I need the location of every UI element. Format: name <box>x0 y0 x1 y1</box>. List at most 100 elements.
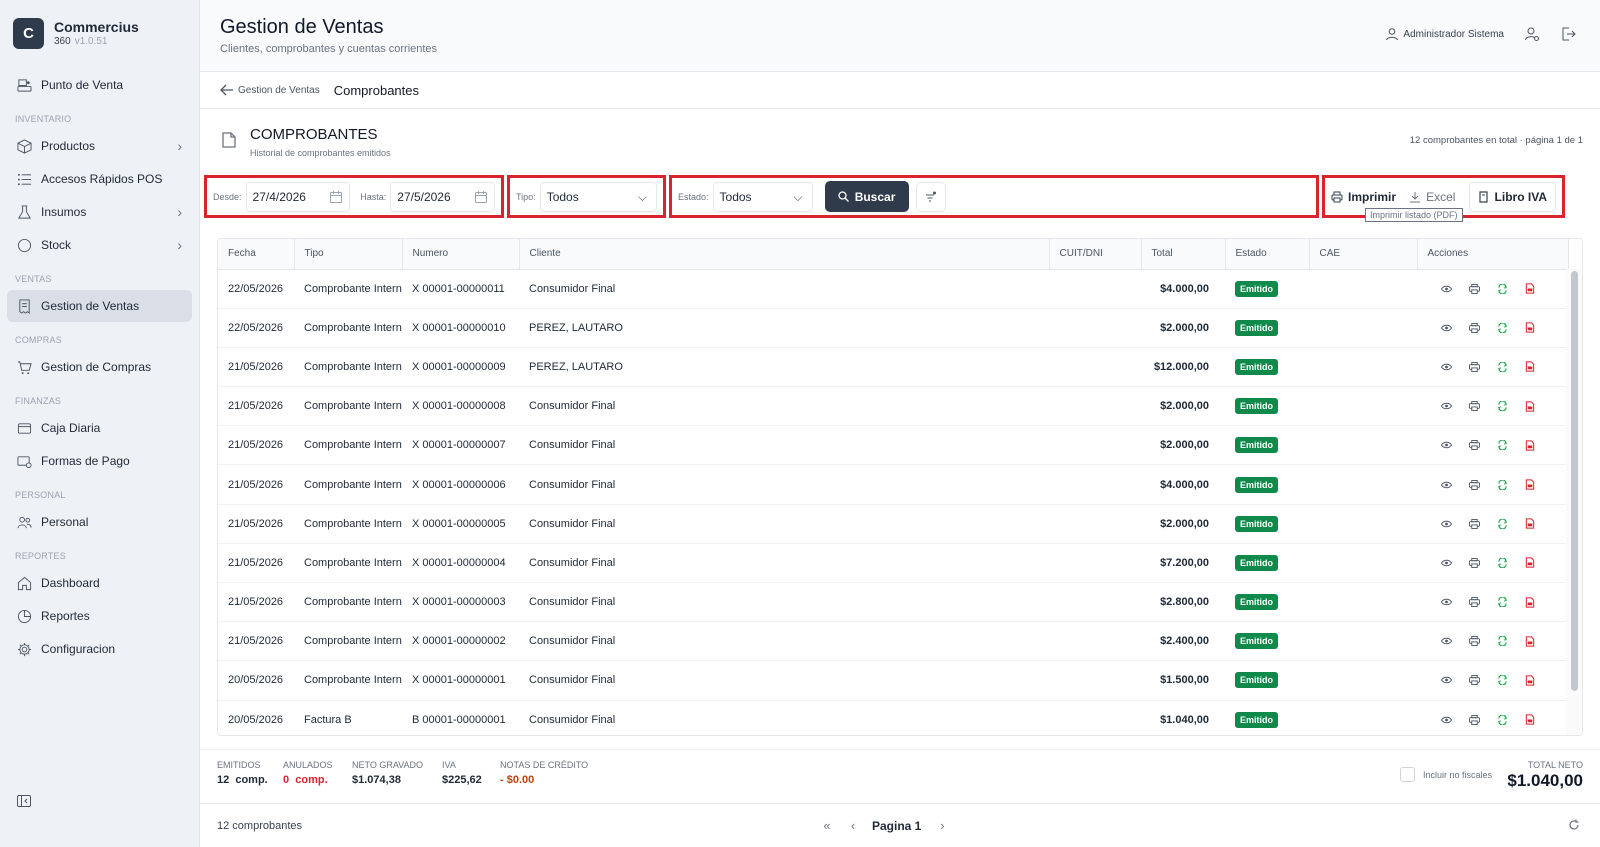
column-header[interactable]: Cliente <box>519 239 1050 270</box>
pdf-icon[interactable] <box>1523 518 1537 530</box>
table-row[interactable]: 21/05/2026 Comprobante Interno X 00001-000… <box>218 464 1568 505</box>
print-icon[interactable] <box>1467 479 1481 491</box>
column-header[interactable]: CAE <box>1309 239 1418 270</box>
sidebar-item-configuracion[interactable]: Configuracion <box>7 633 192 665</box>
desde-input[interactable]: 27/4/2026 <box>245 181 351 212</box>
pdf-icon[interactable] <box>1523 479 1537 491</box>
pdf-icon[interactable] <box>1523 596 1537 608</box>
print-icon[interactable] <box>1467 674 1481 686</box>
sidebar-item-accesos-rapidos[interactable]: Accesos Rápidos POS <box>7 163 192 195</box>
sidebar-item-personal[interactable]: Personal <box>7 506 192 538</box>
table-row[interactable]: 21/05/2026 Comprobante Interno X 00001-000… <box>218 504 1568 544</box>
pdf-icon[interactable] <box>1523 674 1537 686</box>
share-icon[interactable] <box>1495 714 1509 726</box>
sidebar-item-gestion-compras[interactable]: Gestion de Compras <box>7 351 192 383</box>
tipo-select[interactable]: Todos ⌵ <box>539 181 657 212</box>
print-icon[interactable] <box>1467 714 1481 726</box>
share-icon[interactable] <box>1495 557 1509 569</box>
sidebar-item-dashboard[interactable]: Dashboard <box>7 567 192 599</box>
sidebar-item-gestion-ventas[interactable]: Gestion de Ventas <box>7 290 192 322</box>
table-row[interactable]: 21/05/2026 Comprobante Interno X 00001-000… <box>218 386 1568 427</box>
prev-page-icon[interactable]: ‹ <box>846 818 860 833</box>
sidebar-item-formas-pago[interactable]: Formas de Pago <box>7 445 192 477</box>
user-settings-icon[interactable] <box>1524 26 1540 42</box>
view-icon[interactable] <box>1439 400 1453 412</box>
column-header[interactable]: Estado <box>1225 239 1310 270</box>
print-icon[interactable] <box>1467 439 1481 451</box>
breadcrumb-back[interactable]: Gestion de Ventas <box>220 84 320 96</box>
share-icon[interactable] <box>1495 479 1509 491</box>
column-header[interactable]: Tipo <box>294 239 403 270</box>
table-row[interactable]: 21/05/2026 Comprobante Interno X 00001-000… <box>218 621 1568 662</box>
calendar-icon[interactable] <box>330 190 343 203</box>
calendar-icon[interactable] <box>474 190 487 203</box>
sidebar-item-stock[interactable]: Stock › <box>7 229 192 261</box>
table-row[interactable]: 20/05/2026 Comprobante Interno X 00001-000… <box>218 660 1568 701</box>
pdf-icon[interactable] <box>1523 714 1537 726</box>
share-icon[interactable] <box>1495 596 1509 608</box>
pdf-icon[interactable] <box>1523 557 1537 569</box>
print-icon[interactable] <box>1467 322 1481 334</box>
print-icon[interactable] <box>1467 557 1481 569</box>
print-icon[interactable] <box>1467 518 1481 530</box>
share-icon[interactable] <box>1495 400 1509 412</box>
share-icon[interactable] <box>1495 635 1509 647</box>
view-icon[interactable] <box>1439 479 1453 491</box>
table-row[interactable]: 20/05/2026 Factura BB 00001-00000001 Consu… <box>218 700 1568 735</box>
sidebar-item-insumos[interactable]: Insumos › <box>7 196 192 228</box>
sidebar-toggle-icon[interactable] <box>17 795 31 807</box>
pdf-icon[interactable] <box>1523 322 1537 334</box>
view-icon[interactable] <box>1439 322 1453 334</box>
scrollbar-thumb[interactable] <box>1571 271 1578 691</box>
libro-iva-button[interactable]: Libro IVA <box>1468 181 1556 212</box>
column-header[interactable]: Numero <box>402 239 520 270</box>
table-row[interactable]: 22/05/2026 Comprobante Interno X 00001-000… <box>218 269 1568 309</box>
share-icon[interactable] <box>1495 518 1509 530</box>
column-header[interactable]: CUIT/DNI <box>1049 239 1142 270</box>
share-icon[interactable] <box>1495 439 1509 451</box>
share-icon[interactable] <box>1495 322 1509 334</box>
brand[interactable]: C Commercius 360 v1.0.51 <box>0 0 199 66</box>
share-icon[interactable] <box>1495 674 1509 686</box>
pdf-icon[interactable] <box>1523 283 1537 295</box>
first-page-icon[interactable]: « <box>820 818 834 833</box>
pdf-icon[interactable] <box>1523 439 1537 451</box>
table-row[interactable]: 21/05/2026 Comprobante Interno X 00001-000… <box>218 543 1568 584</box>
sidebar-item-caja-diaria[interactable]: Caja Diaria <box>7 412 192 444</box>
column-header[interactable]: Acciones <box>1417 239 1569 270</box>
buscar-button[interactable]: Buscar <box>824 181 909 212</box>
table-row[interactable]: 22/05/2026 Comprobante Interno X 00001-000… <box>218 308 1568 348</box>
pdf-icon[interactable] <box>1523 635 1537 647</box>
hasta-input[interactable]: 27/5/2026 <box>390 181 495 212</box>
print-icon[interactable] <box>1467 635 1481 647</box>
column-header[interactable]: Total <box>1141 239 1226 270</box>
view-icon[interactable] <box>1439 557 1453 569</box>
view-icon[interactable] <box>1439 714 1453 726</box>
table-row[interactable]: 21/05/2026 Comprobante Interno X 00001-000… <box>218 582 1568 623</box>
print-icon[interactable] <box>1467 283 1481 295</box>
incluir-checkbox[interactable] <box>1400 767 1415 782</box>
print-icon[interactable] <box>1467 400 1481 412</box>
print-icon[interactable] <box>1467 596 1481 608</box>
user-name[interactable]: Administrador Sistema <box>1403 29 1504 40</box>
excel-button[interactable]: Excel <box>1409 190 1455 204</box>
sidebar-item-productos[interactable]: Productos › <box>7 130 192 162</box>
pdf-icon[interactable] <box>1523 361 1537 373</box>
next-page-icon[interactable]: › <box>935 818 949 833</box>
view-icon[interactable] <box>1439 361 1453 373</box>
incluir-no-fiscales[interactable]: Incluir no fiscales <box>1400 767 1492 782</box>
column-header[interactable]: Fecha <box>218 239 295 270</box>
logout-icon[interactable] <box>1560 26 1576 42</box>
refresh-icon[interactable] <box>1568 819 1580 831</box>
table-row[interactable]: 21/05/2026 Comprobante Interno X 00001-000… <box>218 425 1568 466</box>
view-icon[interactable] <box>1439 283 1453 295</box>
view-icon[interactable] <box>1439 518 1453 530</box>
view-icon[interactable] <box>1439 635 1453 647</box>
share-icon[interactable] <box>1495 283 1509 295</box>
clear-filters-button[interactable] <box>915 181 946 212</box>
table-row[interactable]: 21/05/2026 Comprobante Interno X 00001-000… <box>218 347 1568 388</box>
view-icon[interactable] <box>1439 596 1453 608</box>
view-icon[interactable] <box>1439 439 1453 451</box>
view-icon[interactable] <box>1439 674 1453 686</box>
sidebar-item-punto-de-venta[interactable]: Punto de Venta <box>7 69 192 101</box>
